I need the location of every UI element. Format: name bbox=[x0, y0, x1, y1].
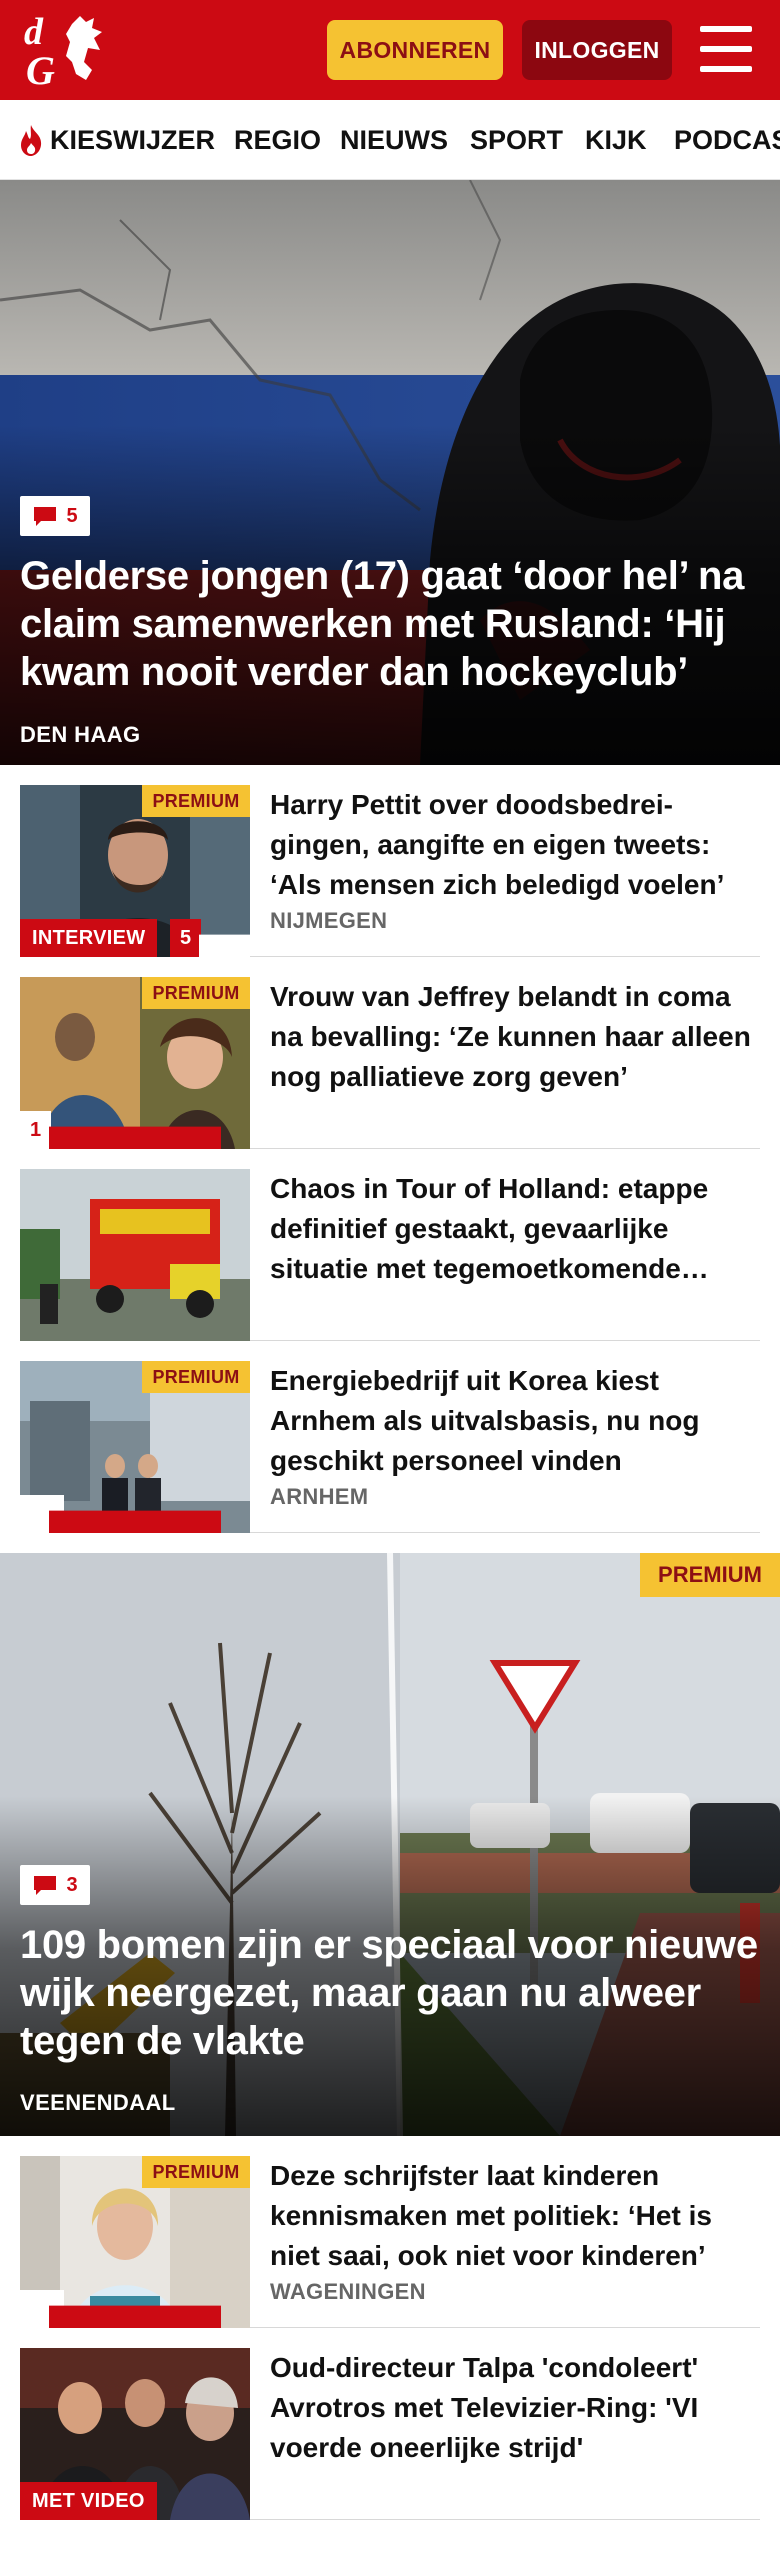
article-thumbnail: PREMIUM INTERVIEW 5 bbox=[20, 785, 250, 957]
nav-item-sport[interactable]: SPORT bbox=[470, 100, 563, 179]
top-bar: d G ABONNEREN INLOGGEN bbox=[0, 0, 780, 100]
nav-item-nieuws[interactable]: NIEUWS bbox=[340, 100, 448, 179]
site-logo[interactable]: d G bbox=[20, 10, 120, 93]
comment-count[interactable]: 3 bbox=[20, 1865, 90, 1905]
svg-text:G: G bbox=[26, 48, 55, 90]
comment-count[interactable] bbox=[20, 2290, 221, 2328]
comment-count[interactable]: 5 bbox=[20, 496, 90, 536]
nav-label: KIESWIJZER bbox=[50, 124, 216, 155]
list-item[interactable]: PREMIUM Deze schrijfster laat kinderen k… bbox=[20, 2136, 760, 2328]
article-thumbnail: PREMIUM bbox=[20, 1361, 250, 1533]
video-tag: MET VIDEO bbox=[20, 2482, 157, 2520]
list-item[interactable]: MET VIDEO Oud-directeur Talpa 'condoleer… bbox=[20, 2328, 760, 2520]
article-thumbnail: PREMIUM bbox=[20, 2156, 250, 2328]
article-thumbnail: PREMIUM 1 bbox=[20, 977, 250, 1149]
nav-item-regio[interactable]: REGIO bbox=[234, 100, 321, 179]
svg-text:d: d bbox=[24, 11, 44, 53]
comment-icon bbox=[34, 1876, 57, 1895]
comment-count-value: 3 bbox=[66, 1873, 78, 1896]
nav-item-podcast[interactable]: PODCAS bbox=[674, 100, 780, 179]
comment-icon bbox=[34, 507, 57, 526]
hero-location: VEENENDAAL bbox=[20, 2090, 176, 2115]
comment-count[interactable]: 5 bbox=[170, 919, 250, 957]
article-location: NIJMEGEN bbox=[270, 908, 388, 933]
list-item[interactable]: PREMIUM INTERVIEW 5 Harry Pettit over do… bbox=[20, 765, 760, 957]
article-thumbnail: MET VIDEO bbox=[20, 2348, 250, 2520]
main-nav: KIESWIJZER REGIO NIEUWS SPORT KIJK PODCA… bbox=[0, 100, 780, 180]
login-button[interactable]: INLOGGEN bbox=[522, 20, 672, 80]
article-title[interactable]: Energiebedrijf uit Korea kiest Arnhem al… bbox=[270, 1361, 760, 1481]
list-item[interactable]: PREMIUM 1 Vrouw van Jeffrey belandt in c… bbox=[20, 957, 760, 1149]
comment-count[interactable]: 1 bbox=[20, 1111, 221, 1149]
comment-icon bbox=[199, 934, 250, 957]
article-title[interactable]: Vrouw van Jeffrey belandt in coma na bev… bbox=[270, 977, 760, 1097]
premium-badge: PREMIUM bbox=[142, 977, 250, 1009]
list-item[interactable]: Chaos in Tour of Holland: etappe definit… bbox=[20, 1149, 760, 1341]
hero-article[interactable]: 5 Gelderse jongen (17) gaat ‘door hel’ n… bbox=[0, 180, 780, 765]
premium-badge: PREMIUM bbox=[142, 1361, 250, 1393]
comment-icon bbox=[49, 2305, 221, 2328]
comment-icon bbox=[49, 1126, 221, 1149]
flame-icon bbox=[21, 125, 42, 156]
comment-count-value: 5 bbox=[66, 504, 78, 527]
article-title[interactable]: Deze schrijfster laat kinderen kennismak… bbox=[270, 2156, 760, 2276]
article-title[interactable]: Harry Pettit over doodsbedrei­gingen, aa… bbox=[270, 785, 760, 905]
interview-tag: INTERVIEW bbox=[20, 919, 158, 957]
subscribe-button[interactable]: ABONNEREN bbox=[327, 20, 503, 80]
premium-badge: PREMIUM bbox=[142, 2156, 250, 2188]
list-item[interactable]: PREMIUM Energiebedrijf uit Korea kiest A… bbox=[20, 1341, 760, 1533]
article-thumbnail bbox=[20, 1169, 250, 1341]
premium-badge: PREMIUM bbox=[640, 1553, 780, 1597]
comment-icon bbox=[49, 1510, 221, 1533]
hero-location: DEN HAAG bbox=[20, 722, 141, 747]
article-title[interactable]: Oud-directeur Talpa 'condoleert' Avrotro… bbox=[270, 2348, 760, 2468]
premium-badge: PREMIUM bbox=[142, 785, 250, 817]
comment-count[interactable] bbox=[20, 1495, 221, 1533]
article-location: ARNHEM bbox=[270, 1484, 369, 1509]
hero-title[interactable]: 109 bomen zijn er speciaal voor nieuwe w… bbox=[20, 1921, 760, 2065]
article-title[interactable]: Chaos in Tour of Holland: etappe definit… bbox=[270, 1169, 760, 1289]
nav-item-kijk[interactable]: KIJK bbox=[585, 100, 647, 179]
nav-item-kieswijzer[interactable]: KIESWIJZER bbox=[16, 100, 216, 179]
article-location: WAGENINGEN bbox=[270, 2279, 426, 2304]
hero-article[interactable]: PREMIUM 3 109 bomen zijn er speciaal voo… bbox=[0, 1553, 780, 2136]
menu-icon[interactable] bbox=[700, 26, 752, 72]
hero-title[interactable]: Gelderse jongen (17) gaat ‘door hel’ na … bbox=[20, 552, 760, 696]
